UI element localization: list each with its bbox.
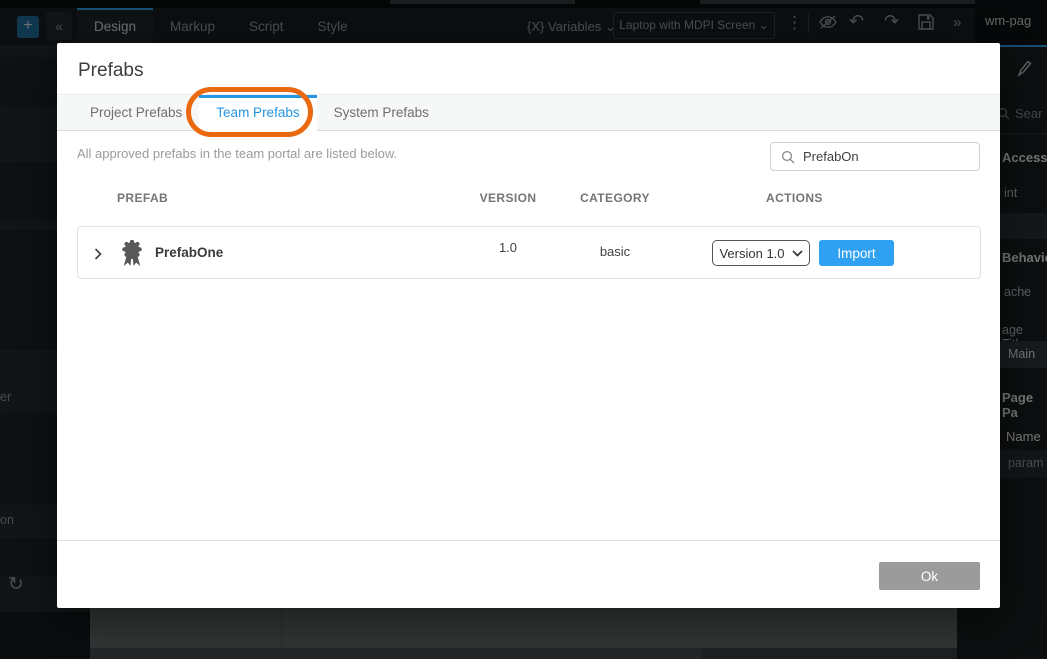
prefabs-dialog: Prefabs Project Prefabs Team Prefabs Sys… [57,43,1000,608]
column-prefab: PREFAB [117,191,168,205]
search-icon [781,150,795,164]
tab-project-prefabs[interactable]: Project Prefabs [73,95,199,131]
tab-system-prefabs[interactable]: System Prefabs [317,95,446,131]
version-select-value: Version 1.0 [719,246,784,261]
expand-chevron-icon[interactable] [94,247,102,265]
ok-button[interactable]: Ok [879,562,980,590]
column-version: VERSION [458,191,558,205]
version-select[interactable]: Version 1.0 [712,240,810,266]
prefab-search-input[interactable] [803,144,973,169]
column-category: CATEGORY [559,191,671,205]
prefab-table-row: PrefabOne 1.0 basic Version 1.0 Import [77,226,981,279]
column-actions: ACTIONS [766,191,823,205]
chevron-down-icon [792,250,803,257]
prefab-name: PrefabOne [155,245,223,260]
prefab-search-box [770,142,980,171]
prefab-category: basic [559,244,671,259]
dialog-description: All approved prefabs in the team portal … [77,146,397,161]
import-button[interactable]: Import [819,240,894,266]
prefab-ribbon-icon [120,240,144,272]
footer-divider [57,540,1000,541]
prefab-table-header: PREFAB VERSION CATEGORY ACTIONS [77,191,981,211]
prefab-version: 1.0 [458,240,558,255]
tab-team-prefabs[interactable]: Team Prefabs [199,95,316,131]
dialog-title: Prefabs [78,60,143,82]
app-window: + « Design Markup Script Style {X} Varia… [0,0,1047,659]
prefab-tabs: Project Prefabs Team Prefabs System Pref… [57,94,1000,131]
